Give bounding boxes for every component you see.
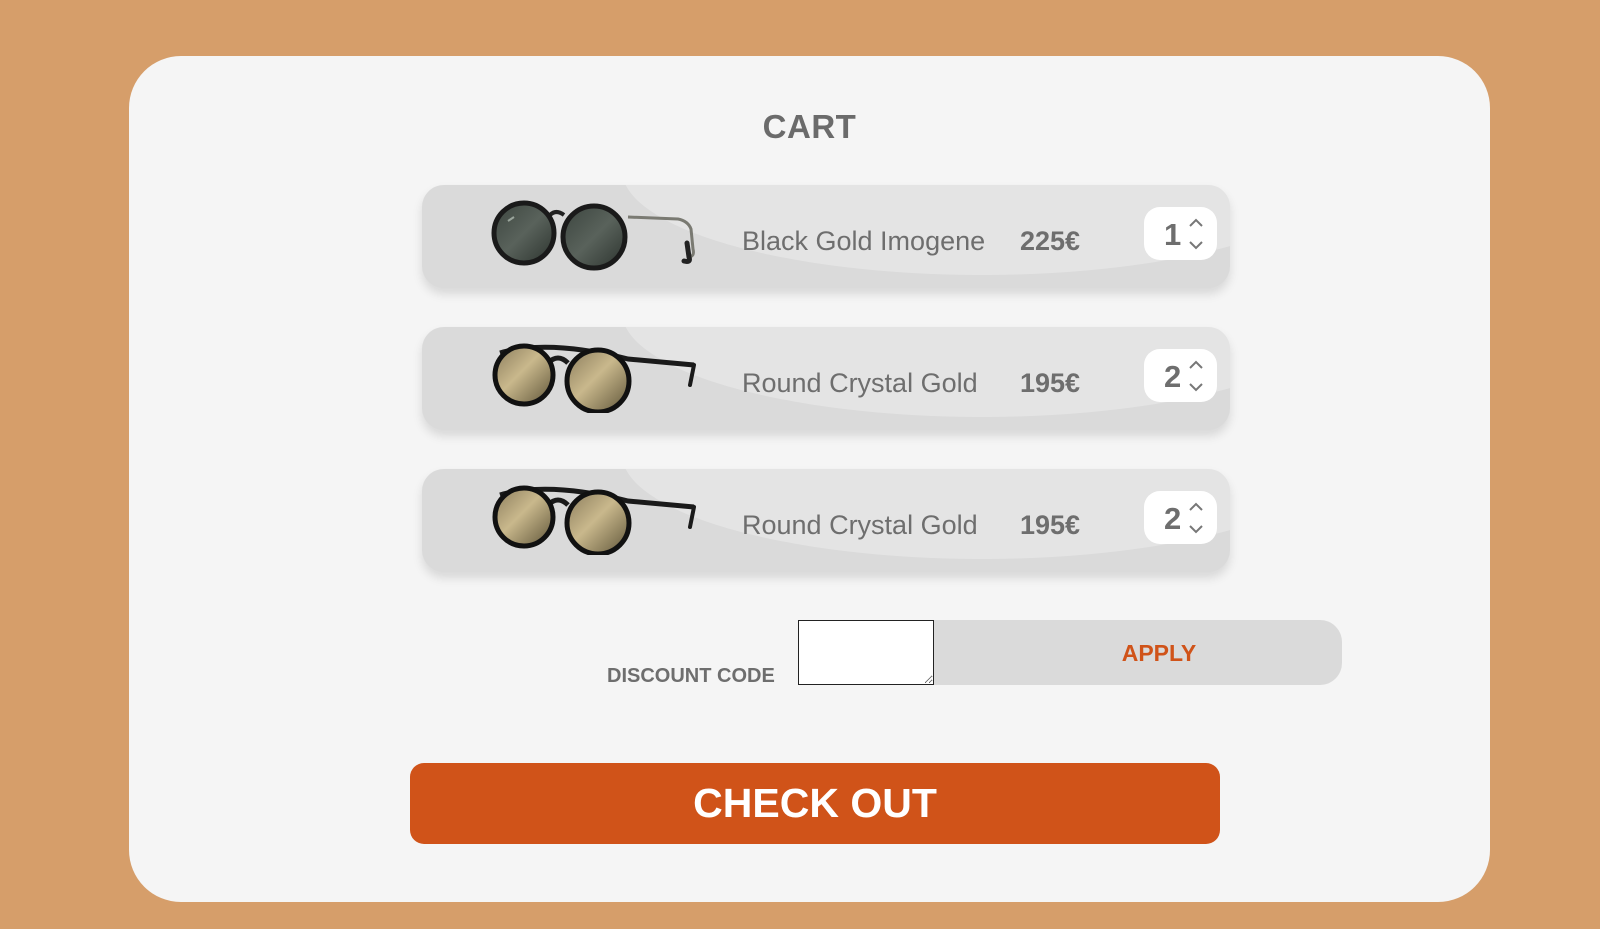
item-name: Round Crystal Gold <box>742 510 978 540</box>
apply-button[interactable]: APPLY <box>1079 620 1239 685</box>
quantity-stepper[interactable]: 1 <box>1144 207 1217 260</box>
gold-lens-round-sunglasses-icon <box>492 343 696 413</box>
item-price: 225€ <box>1020 226 1081 256</box>
quantity-value[interactable]: 1 <box>1164 207 1181 263</box>
cart-title: CART <box>762 108 857 145</box>
gold-lens-round-sunglasses-icon <box>492 485 696 555</box>
dark-lens-round-sunglasses-icon <box>491 200 695 271</box>
cart-item: Round Crystal Gold 195€ 2 <box>422 327 1230 430</box>
discount-code-label: DISCOUNT CODE <box>607 665 775 687</box>
stepper-arrows-icon[interactable] <box>1188 216 1204 252</box>
stepper-arrows-icon[interactable] <box>1188 500 1204 536</box>
quantity-stepper[interactable]: 2 <box>1144 349 1217 402</box>
quantity-stepper[interactable]: 2 <box>1144 491 1217 544</box>
cart-card: CART Black Gold Imogene 225€ 1 Round Cry… <box>129 56 1490 902</box>
checkout-button[interactable]: CHECK OUT <box>410 763 1220 844</box>
quantity-value[interactable]: 2 <box>1164 349 1181 405</box>
item-price: 195€ <box>1020 368 1081 398</box>
stepper-arrows-icon[interactable] <box>1188 358 1204 394</box>
item-name: Round Crystal Gold <box>742 368 978 398</box>
discount-code-input[interactable] <box>798 620 934 685</box>
cart-item: Black Gold Imogene 225€ 1 <box>422 185 1230 288</box>
item-name: Black Gold Imogene <box>742 226 986 256</box>
quantity-value[interactable]: 2 <box>1164 491 1181 547</box>
item-price: 195€ <box>1020 510 1081 540</box>
cart-item: Round Crystal Gold 195€ 2 <box>422 469 1230 572</box>
